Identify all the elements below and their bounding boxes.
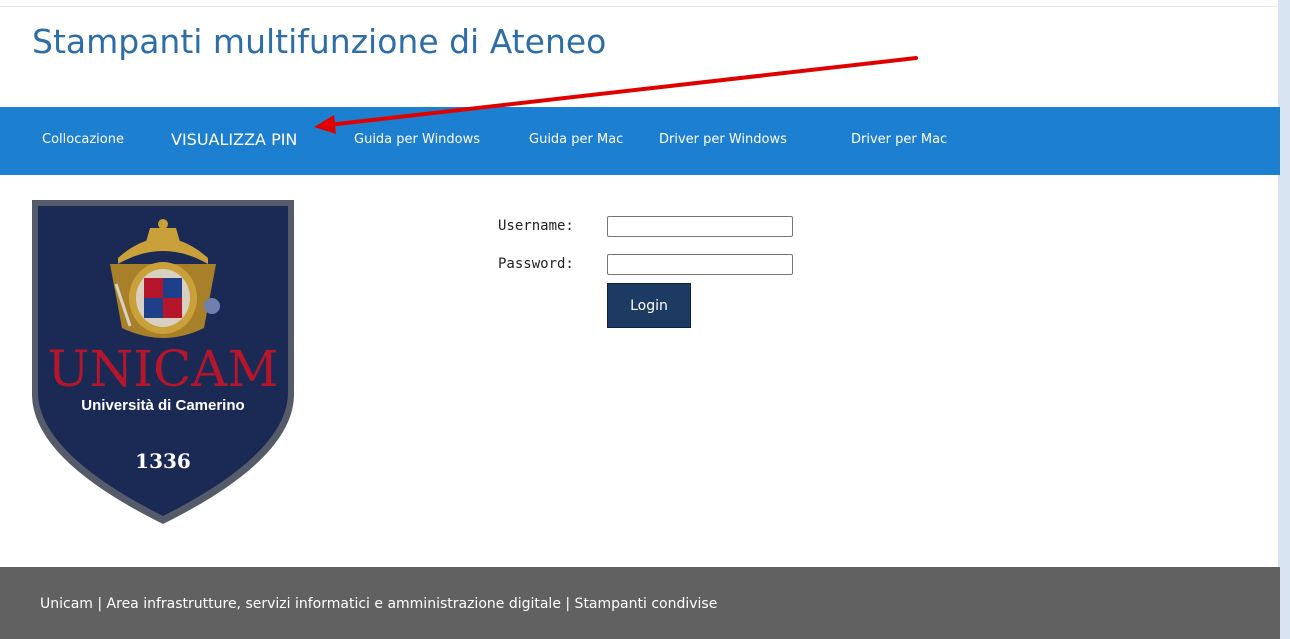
logo-subtitle: Università di Camerino [81,397,244,414]
shield-logo: UNICAM Università di Camerino 1336 [32,200,294,524]
nav-item-driver-windows[interactable]: Driver per Windows [659,107,787,175]
nav-item-collocazione[interactable]: Collocazione [42,107,124,175]
nav-item-guida-windows[interactable]: Guida per Windows [354,107,480,175]
unicam-logo: UNICAM Università di Camerino 1336 [30,198,296,526]
password-label: Password: [498,256,574,272]
logo-year: 1336 [135,449,191,473]
login-button[interactable]: Login [607,283,691,328]
page-title: Stampanti multifunzione di Ateneo [32,22,607,61]
nav-item-guida-mac[interactable]: Guida per Mac [529,107,623,175]
username-input[interactable] [607,216,793,237]
scrollbar-track[interactable] [1278,0,1290,639]
password-input[interactable] [607,254,793,275]
page: Stampanti multifunzione di Ateneo Colloc… [0,0,1290,639]
main-navbar: Collocazione VISUALIZZA PIN Guida per Wi… [0,107,1280,175]
username-label: Username: [498,218,574,234]
footer: Unicam | Area infrastrutture, servizi in… [0,567,1280,639]
nav-item-visualizza-pin[interactable]: VISUALIZZA PIN [171,107,297,175]
footer-text: Unicam | Area infrastrutture, servizi in… [40,596,718,612]
logo-name: UNICAM [47,340,278,398]
nav-item-driver-mac[interactable]: Driver per Mac [851,107,947,175]
top-divider [0,6,1278,7]
